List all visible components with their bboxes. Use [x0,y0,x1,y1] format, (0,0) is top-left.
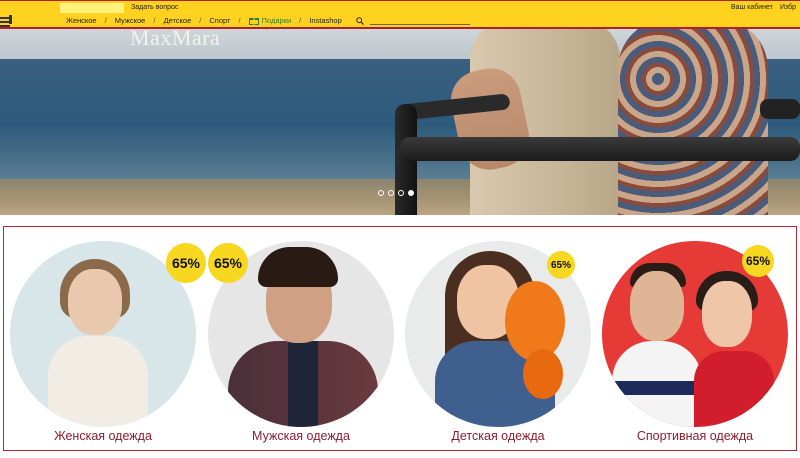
slider-dot[interactable] [398,190,404,196]
nav-separator: / [199,16,202,25]
category-label-men[interactable]: Мужская одежда [208,429,394,443]
nav-item-instashop[interactable]: Instashop [309,16,342,25]
model-photo-right [618,29,768,215]
nav-item-sport[interactable]: Спорт [209,16,230,25]
nav-gifts-label: Подарки [261,16,292,25]
category-card-kids[interactable]: 65% Детская одежда [405,241,595,451]
nav-item-kids[interactable]: Детское [163,16,191,25]
category-card-women[interactable]: 65% Женская одежда [10,241,206,451]
nav-separator: / [104,16,107,25]
discount-badge: 65% [742,245,774,277]
discount-badge: 65% [166,243,206,283]
topbar-highlight [60,3,124,13]
favorites-link[interactable]: Избр [780,4,796,11]
slider-dot-active[interactable] [408,190,414,196]
discount-badge: 65% [547,251,575,279]
slider-dots [378,190,414,196]
search-input[interactable] [369,17,470,25]
menu-icon[interactable] [0,15,14,29]
slider-dot[interactable] [388,190,394,196]
category-card-men[interactable]: 65% Мужская одежда [208,241,398,451]
gift-icon [248,18,259,25]
search-icon[interactable] [356,16,364,25]
page: Задать вопрос Ваш кабинет Избр Женское /… [0,0,800,458]
slider-dot[interactable] [378,190,384,196]
account-link[interactable]: Ваш кабинет [731,4,773,11]
nav-separator: / [238,16,241,25]
category-label-sport[interactable]: Спортивная одежда [602,429,788,443]
category-section: 65% Женская одежда 65% Мужская одежда 65… [3,226,797,451]
category-label-women[interactable]: Женская одежда [10,429,196,443]
nav-item-women[interactable]: Женское [66,16,97,25]
top-bar: Задать вопрос Ваш кабинет Избр Женское /… [0,0,800,29]
nav-separator: / [299,16,302,25]
category-label-kids[interactable]: Детская одежда [405,429,591,443]
main-nav: Женское / Мужское / Детское / Спорт / По… [66,16,470,25]
nav-separator: / [153,16,156,25]
discount-badge: 65% [208,243,248,283]
ask-question-link[interactable]: Задать вопрос [131,4,178,11]
hero-banner[interactable]: MaxMara [0,29,800,215]
nav-item-gifts[interactable]: Подарки [248,16,292,25]
category-card-sport[interactable]: 65% Спортивная одежда [602,241,792,451]
brand-logo: MaxMara [130,29,221,50]
nav-item-men[interactable]: Мужское [115,16,146,25]
